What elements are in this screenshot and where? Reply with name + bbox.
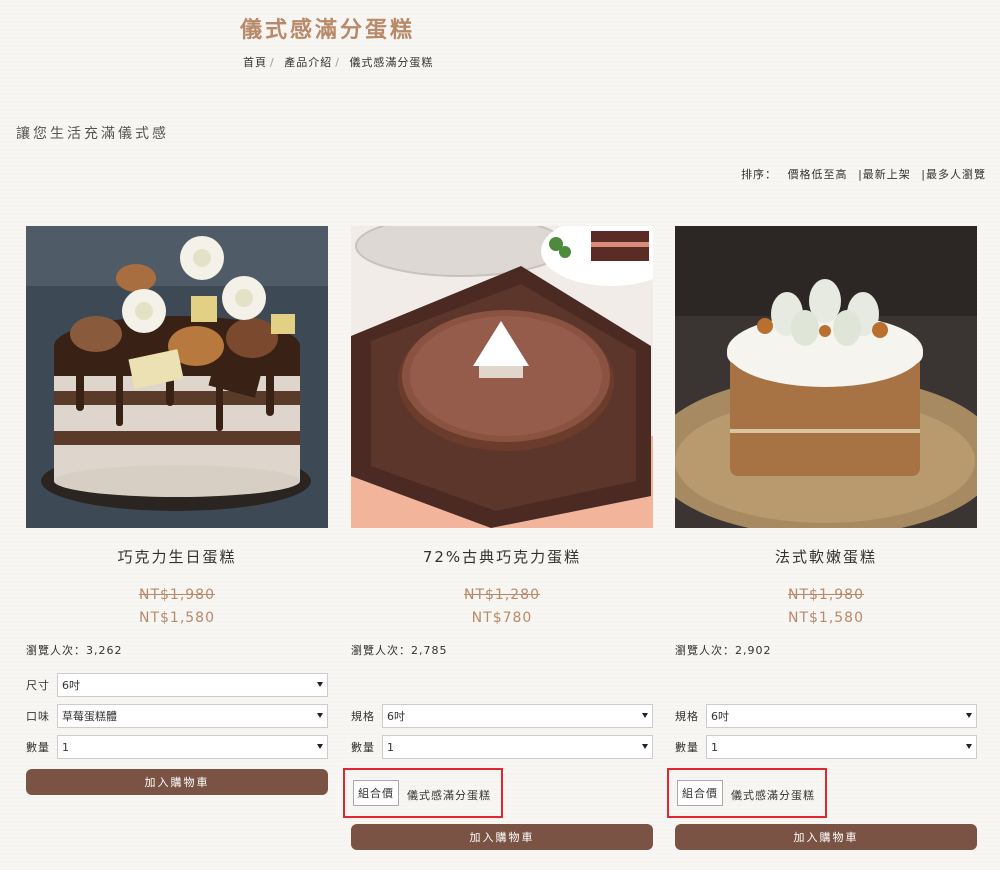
sale-price: NT$780 <box>471 610 533 626</box>
sort-most-viewed[interactable]: |最多人瀏覽 <box>921 168 986 181</box>
quantity-label: 數量 <box>26 741 50 754</box>
chevron-down-icon <box>317 744 323 749</box>
product-image-french-soft-cake[interactable] <box>675 226 977 528</box>
add-to-cart-button[interactable]: 加入購物車 <box>351 824 653 850</box>
quantity-option: 數量 1 <box>675 734 977 760</box>
spec-label: 規格 <box>675 710 699 723</box>
original-price: NT$1,980 <box>138 587 215 603</box>
size-select[interactable]: 6吋 <box>57 673 328 697</box>
quantity-select[interactable]: 1 <box>706 735 977 759</box>
original-price: NT$1,980 <box>787 587 864 603</box>
breadcrumb-current: 儀式感滿分蛋糕 <box>349 56 434 69</box>
combo-price-box[interactable]: 組合價 儀式感滿分蛋糕 <box>343 768 503 818</box>
size-option: 尺寸 6吋 <box>26 672 328 698</box>
spec-select[interactable]: 6吋 <box>382 704 653 728</box>
page-title: 儀式感滿分蛋糕 <box>240 18 416 43</box>
product-name[interactable]: 巧克力生日蛋糕 <box>26 546 328 568</box>
product-card: 法式軟嫩蛋糕 NT$1,980 NT$1,580 瀏覽人次：2,902 規格 6… <box>667 226 977 850</box>
combo-text: 儀式感滿分蛋糕 <box>407 789 491 802</box>
view-count: 瀏覽人次：2,785 <box>351 644 448 657</box>
sort-newest[interactable]: |最新上架 <box>858 168 911 181</box>
spec-label: 規格 <box>351 710 375 723</box>
add-to-cart-button[interactable]: 加入購物車 <box>675 824 977 850</box>
spec-select[interactable]: 6吋 <box>706 704 977 728</box>
product-image-chocolate-birthday-cake[interactable] <box>26 226 328 528</box>
quantity-option: 數量 1 <box>351 734 653 760</box>
chevron-down-icon <box>642 744 648 749</box>
spec-option: 規格 6吋 <box>351 703 653 729</box>
chevron-down-icon <box>642 713 648 718</box>
flavor-select[interactable]: 草莓蛋糕體 <box>57 704 328 728</box>
sort-bar: 排序： 價格低至高 |最新上架 |最多人瀏覽 <box>735 166 986 182</box>
sale-price: NT$1,580 <box>787 610 864 626</box>
product-name[interactable]: 法式軟嫩蛋糕 <box>675 546 977 568</box>
flavor-option: 口味 草莓蛋糕體 <box>26 703 328 729</box>
chevron-down-icon <box>966 713 972 718</box>
quantity-select[interactable]: 1 <box>382 735 653 759</box>
original-price: NT$1,280 <box>463 587 540 603</box>
combo-price-box[interactable]: 組合價 儀式感滿分蛋糕 <box>667 768 827 818</box>
product-name[interactable]: 72%古典巧克力蛋糕 <box>351 546 653 568</box>
product-card: 巧克力生日蛋糕 NT$1,980 NT$1,580 瀏覽人次：3,262 尺寸 … <box>26 226 328 795</box>
breadcrumb: 首頁 / 產品介紹 / 儀式感滿分蛋糕 <box>243 56 434 69</box>
sale-price: NT$1,580 <box>138 610 215 626</box>
sort-label: 排序： <box>741 168 778 181</box>
quantity-label: 數量 <box>675 741 699 754</box>
chevron-down-icon <box>966 744 972 749</box>
combo-price-tag[interactable]: 組合價 <box>677 780 723 806</box>
quantity-select[interactable]: 1 <box>57 735 328 759</box>
product-card: 72%古典巧克力蛋糕 NT$1,280 NT$780 瀏覽人次：2,785 規格… <box>343 226 653 850</box>
product-image-72-chocolate-cake[interactable] <box>351 226 653 528</box>
combo-price-tag[interactable]: 組合價 <box>353 780 399 806</box>
breadcrumb-products[interactable]: 產品介紹 <box>284 56 332 69</box>
quantity-label: 數量 <box>351 741 375 754</box>
breadcrumb-home[interactable]: 首頁 <box>243 56 267 69</box>
view-count: 瀏覽人次：3,262 <box>26 644 123 657</box>
combo-text: 儀式感滿分蛋糕 <box>731 789 815 802</box>
sort-price-low-high[interactable]: 價格低至高 <box>788 168 848 181</box>
page-tagline: 讓您生活充滿儀式感 <box>16 126 169 142</box>
quantity-option: 數量 1 <box>26 734 328 760</box>
add-to-cart-button[interactable]: 加入購物車 <box>26 769 328 795</box>
chevron-down-icon <box>317 682 323 687</box>
view-count: 瀏覽人次：2,902 <box>675 644 772 657</box>
size-label: 尺寸 <box>26 679 50 692</box>
flavor-label: 口味 <box>26 710 50 723</box>
chevron-down-icon <box>317 713 323 718</box>
spec-option: 規格 6吋 <box>675 703 977 729</box>
